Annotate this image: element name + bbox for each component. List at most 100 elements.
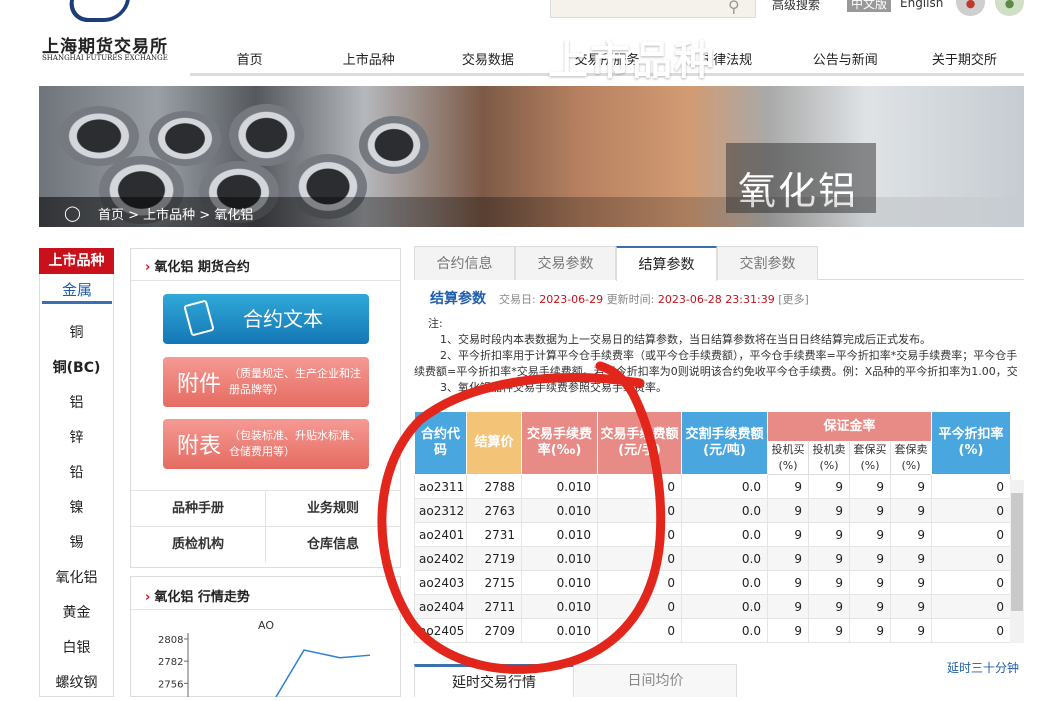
contract-text-label: 合约文本: [243, 307, 323, 331]
nav-item-home[interactable]: 首页: [190, 46, 309, 73]
table-cell: 9: [808, 546, 850, 571]
left-nav-item-lead[interactable]: 铅: [39, 456, 114, 491]
search-icon[interactable]: ⚲: [728, 0, 745, 16]
left-nav-item-copper-bc[interactable]: 铜(BC): [39, 351, 114, 386]
col-header-hedge-buy: 套保买(%): [849, 441, 891, 475]
left-nav-item-nickel[interactable]: 镍: [39, 491, 114, 526]
warehouse-info-link[interactable]: 仓库信息: [265, 527, 400, 562]
more-link[interactable]: [更多]: [778, 293, 809, 306]
tab-settlement-params[interactable]: 结算参数: [616, 246, 717, 281]
business-rules-link[interactable]: 业务规则: [265, 491, 400, 526]
scrollbar-thumb[interactable]: [1011, 493, 1023, 611]
table-cell: 9: [767, 618, 809, 643]
table-cell: 9: [808, 594, 850, 619]
notes: 注: 1、交易时段内本表数据为上一交易日的结算参数，当日结算参数将在当日日终结算…: [414, 316, 1024, 396]
chart-y-tick-label: 2756: [158, 679, 183, 690]
left-nav-header[interactable]: 上市品种: [39, 248, 114, 274]
chart-y-tick-label: 2808: [158, 635, 183, 646]
left-nav-item-aluminum[interactable]: 铝: [39, 386, 114, 421]
tab-trading-params[interactable]: 交易参数: [515, 246, 616, 280]
tab-delivery-params[interactable]: 交割参数: [717, 246, 818, 280]
nav-item-trading-data[interactable]: 交易数据: [428, 46, 547, 73]
arrow-right-icon: ›: [145, 260, 151, 275]
contract-text-button[interactable]: 合约文本: [163, 294, 369, 344]
chart-y-tick-label: 2782: [158, 657, 183, 668]
table-cell: 9: [849, 522, 891, 547]
table-cell: 2715: [466, 570, 522, 595]
table-cell: 0.0: [681, 594, 768, 619]
table-cell: 9: [849, 546, 891, 571]
table-cell: 9: [767, 594, 809, 619]
table-cell: 0.010: [521, 570, 598, 595]
table-cell: 2711: [466, 594, 522, 619]
table-row: ao2312 2763 0.010 0 0.0 9 9 9 9 0: [414, 498, 1012, 523]
nav-item-products[interactable]: 上市品种: [309, 46, 428, 73]
logo-icon[interactable]: [66, 0, 130, 22]
note-2: 2、平今折扣率用于计算平今仓手续费率（或平今仓手续费额），平今仓手续费率=平今折…: [414, 349, 1018, 378]
contract-code-cell: ao2402: [414, 546, 467, 571]
col-header-hedge-sell: 套保卖(%): [889, 441, 933, 475]
left-nav-item-rebar[interactable]: 螺纹钢: [39, 666, 114, 701]
col-header-code: 合约代码: [414, 411, 467, 475]
search-input[interactable]: [550, 0, 756, 18]
note-1: 1、交易时段内本表数据为上一交易日的结算参数，当日结算参数将在当日日终结算完成后…: [440, 333, 931, 346]
table-body: ao2311 2788 0.010 0 0.0 9 9 9 9 0 ao2312 2763 0.010 0…: [414, 474, 1012, 643]
table-cell: 9: [889, 546, 933, 571]
table-cell: 9: [767, 546, 809, 571]
product-manual-link[interactable]: 品种手册: [131, 491, 265, 526]
nav-item-news[interactable]: 公告与新闻: [786, 46, 905, 73]
nav-item-about[interactable]: 关于期交所: [905, 46, 1024, 73]
settlement-table: 合约代码 结算价 交易手续费率(‰) 交易手续费额(元/手) 交割手续费额(元/…: [414, 411, 1024, 643]
table-cell: 9: [767, 522, 809, 547]
param-tabs: 合约信息 交易参数 结算参数 交割参数: [414, 246, 1024, 281]
lang-english[interactable]: English: [900, 0, 943, 10]
tab-contract-info[interactable]: 合约信息: [414, 246, 515, 280]
attachment-button[interactable]: 附件 （质量规定、生产企业和注册品牌等）: [163, 357, 369, 407]
trade-date-label: 交易日:: [499, 293, 536, 306]
divider: [131, 280, 400, 281]
tab-daily-average[interactable]: 日间均价: [575, 664, 737, 697]
schedule-button[interactable]: 附表 （包装标准、升贴水标准、仓储费用等）: [163, 419, 369, 469]
table-cell: 9: [808, 474, 850, 499]
table-cell: 2719: [466, 546, 522, 571]
contract-code-cell: ao2403: [414, 570, 467, 595]
col-header-spec-buy: 投机买(%): [767, 441, 809, 475]
contract-card-title-text: 氧化铝 期货合约: [154, 260, 250, 275]
left-nav-item-silver[interactable]: 白银: [39, 631, 114, 666]
wechat-icon[interactable]: ●: [995, 0, 1024, 16]
contract-code-cell: ao2312: [414, 498, 467, 523]
table-row: ao2402 2719 0.010 0 0.0 9 9 9 9 0: [414, 546, 1012, 571]
table-cell: 9: [849, 570, 891, 595]
table-cell: 0: [597, 618, 682, 643]
table-cell: 0: [931, 570, 1012, 595]
table-cell: 2763: [466, 498, 522, 523]
table-row: ao2403 2715 0.010 0 0.0 9 9 9 9 0: [414, 570, 1012, 595]
table-cell: 0: [931, 594, 1012, 619]
clipboard-icon: [183, 299, 215, 337]
advanced-search-link[interactable]: 高级搜索: [772, 0, 820, 13]
breadcrumb[interactable]: 首页 > 上市品种 > 氧化铝: [98, 204, 253, 223]
lang-chinese[interactable]: 中文版: [847, 0, 892, 12]
contract-links: 品种手册 业务规则 质检机构 仓库信息: [131, 490, 400, 562]
left-nav-item-tin[interactable]: 锡: [39, 526, 114, 561]
col-header-margin: 保证金率: [766, 411, 933, 442]
left-nav-category[interactable]: 金属: [42, 277, 112, 304]
left-nav-item-alumina[interactable]: 氧化铝: [39, 561, 114, 596]
left-nav-item-zinc[interactable]: 锌: [39, 421, 114, 456]
table-cell: 2788: [466, 474, 522, 499]
inspection-agency-link[interactable]: 质检机构: [131, 527, 265, 562]
left-nav-item-copper[interactable]: 铜: [39, 316, 114, 351]
tab-delayed-quotes[interactable]: 延时交易行情: [414, 664, 574, 697]
settlement-title: 结算参数: [430, 291, 486, 307]
table-cell: 0: [931, 546, 1012, 571]
col-header-fee-rate: 交易手续费率(‰): [521, 411, 598, 475]
table-cell: 0.010: [521, 474, 598, 499]
trend-chart: AO 2808 2782 2756: [158, 619, 371, 697]
left-nav-list: 铜 铜(BC) 铝 锌 铅 镍 锡 氧化铝 黄金 白银 螺纹钢: [39, 316, 114, 701]
trend-card-title-text: 氧化铝 行情走势: [154, 590, 250, 605]
left-nav-item-gold[interactable]: 黄金: [39, 596, 114, 631]
weibo-icon[interactable]: ●: [956, 0, 985, 16]
col-header-spec-sell: 投机卖(%): [808, 441, 850, 475]
table-cell: 9: [889, 498, 933, 523]
table-row: ao2404 2711 0.010 0 0.0 9 9 9 9 0: [414, 594, 1012, 619]
